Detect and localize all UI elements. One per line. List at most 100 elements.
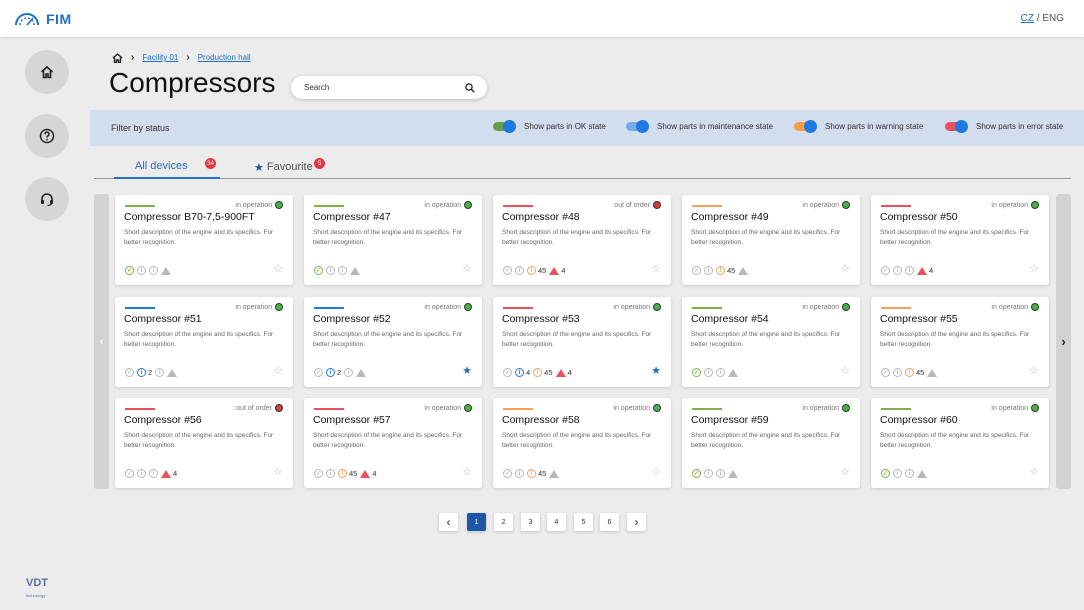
favourite-star-icon[interactable]: ★ xyxy=(651,366,661,377)
pagination-next-button[interactable]: › xyxy=(627,513,646,531)
error-count: 4 xyxy=(929,266,934,275)
check-circle-icon: ✓ xyxy=(314,469,323,478)
warning-circle-icon: i xyxy=(338,266,347,275)
pagination-page-4[interactable]: 4 xyxy=(547,513,566,531)
device-card[interactable]: out of order Compressor #56 Short descript… xyxy=(115,398,293,488)
toggle-warning-state[interactable]: Show parts in warning state xyxy=(794,120,923,133)
device-card[interactable]: in operation Compressor #59 Short descript… xyxy=(682,398,860,488)
status-color-line xyxy=(692,307,722,309)
error-status: 4 xyxy=(549,266,566,275)
device-card[interactable]: in operation Compressor #52 Short descript… xyxy=(304,297,482,387)
device-card[interactable]: in operation Compressor #49 Short descript… xyxy=(682,195,860,285)
device-card[interactable]: in operation Compressor #47 Short descript… xyxy=(304,195,482,285)
pagination-page-5[interactable]: 5 xyxy=(574,513,593,531)
operation-status: in operation xyxy=(802,404,850,412)
maintenance-status: i xyxy=(704,266,713,275)
pagination-page-6[interactable]: 6 xyxy=(600,513,619,531)
info-circle-icon: i xyxy=(704,368,713,377)
app-logo[interactable]: FIM xyxy=(14,11,72,27)
info-circle-icon: i xyxy=(326,368,335,377)
device-card[interactable]: in operation Compressor #58 Short descript… xyxy=(493,398,671,488)
device-card[interactable]: in operation Compressor #54 Short descript… xyxy=(682,297,860,387)
toggle-warning-track xyxy=(794,120,817,133)
lang-eng-link[interactable]: ENG xyxy=(1042,13,1064,24)
breadcrumb-facility-link[interactable]: Facility 01 xyxy=(142,53,178,62)
device-card[interactable]: in operation Compressor #53 Short descript… xyxy=(493,297,671,387)
favourite-star-icon[interactable]: ☆ xyxy=(1029,467,1039,478)
favourite-star-icon[interactable]: ☆ xyxy=(651,264,661,275)
status-filter-bar: Filter by status Show parts in OK state … xyxy=(90,110,1084,146)
vendor-logo: VDT technology xyxy=(26,574,56,598)
info-circle-icon: i xyxy=(893,368,902,377)
device-card[interactable]: in operation Compressor #55 Short descript… xyxy=(871,297,1049,387)
favourite-star-icon[interactable]: ☆ xyxy=(273,264,283,275)
status-dot-icon xyxy=(1031,303,1039,311)
device-description: Short description of the engine and its … xyxy=(313,229,463,246)
maintenance-status: i xyxy=(137,469,146,478)
maintenance-status: i xyxy=(893,368,902,377)
device-description: Short description of the engine and its … xyxy=(880,229,1030,246)
favourite-star-icon[interactable]: ★ xyxy=(462,366,472,377)
carousel-next-button[interactable]: › xyxy=(1056,194,1071,489)
pagination-page-2[interactable]: 2 xyxy=(494,513,513,531)
device-name: Compressor #57 xyxy=(313,414,391,426)
favourite-star-icon[interactable]: ☆ xyxy=(840,467,850,478)
operation-status: in operation xyxy=(991,201,1039,209)
device-card[interactable]: in operation Compressor #51 Short descript… xyxy=(115,297,293,387)
device-card[interactable]: in operation Compressor B70-7,5-900FT Shor… xyxy=(115,195,293,285)
maintenance-status: i4 xyxy=(515,368,530,377)
tab-favourite[interactable]: ★ Favourite 5 xyxy=(254,155,344,179)
status-dot-icon xyxy=(464,404,472,412)
vendor-tagline: technology xyxy=(26,593,46,598)
device-name: Compressor #55 xyxy=(880,313,958,325)
favourite-star-icon[interactable]: ☆ xyxy=(840,366,850,377)
operation-status: out of order xyxy=(614,201,661,209)
error-triangle-icon xyxy=(167,368,178,377)
lang-cz-link[interactable]: CZ xyxy=(1021,13,1034,24)
favourite-star-icon[interactable]: ☆ xyxy=(462,264,472,275)
status-color-line xyxy=(881,307,911,309)
favourite-star-icon[interactable]: ☆ xyxy=(273,467,283,478)
carousel-prev-button[interactable]: ‹ xyxy=(94,194,109,489)
warning-status: i xyxy=(716,469,725,478)
pagination-page-1[interactable]: 1 xyxy=(467,513,486,531)
tab-all-devices[interactable]: All devices 34 xyxy=(114,155,220,179)
device-card[interactable]: in operation Compressor #50 Short descript… xyxy=(871,195,1049,285)
sidebar-help-button[interactable] xyxy=(25,114,69,158)
maintenance-status: i xyxy=(893,266,902,275)
breadcrumb-home-icon[interactable] xyxy=(112,52,123,63)
device-card[interactable]: in operation Compressor #60 Short descript… xyxy=(871,398,1049,488)
toggle-ok-state[interactable]: Show parts in OK state xyxy=(493,120,606,133)
device-description: Short description of the engine and its … xyxy=(691,432,841,449)
info-circle-icon: i xyxy=(704,469,713,478)
ok-status: ✓ xyxy=(692,368,701,377)
error-triangle-icon xyxy=(917,266,927,275)
sidebar-support-button[interactable] xyxy=(25,177,69,221)
favourite-star-icon[interactable]: ☆ xyxy=(273,366,283,377)
sidebar-home-button[interactable] xyxy=(25,50,69,94)
status-color-line xyxy=(881,408,911,410)
device-card[interactable]: out of order Compressor #48 Short descript… xyxy=(493,195,671,285)
maintenance-status: i xyxy=(515,469,524,478)
toggle-ok-label: Show parts in OK state xyxy=(524,122,606,131)
toggle-error-state[interactable]: Show parts in error state xyxy=(945,120,1063,133)
favourite-star-icon[interactable]: ☆ xyxy=(651,467,661,478)
maintenance-status: i xyxy=(893,469,902,478)
search-icon[interactable] xyxy=(465,82,475,93)
error-triangle-icon xyxy=(161,266,171,275)
search-input[interactable] xyxy=(304,83,465,92)
breadcrumb-hall-link[interactable]: Production hall xyxy=(198,53,251,62)
favourite-star-icon[interactable]: ☆ xyxy=(1029,264,1039,275)
favourite-star-icon[interactable]: ☆ xyxy=(840,264,850,275)
pagination-page-3[interactable]: 3 xyxy=(521,513,540,531)
error-status xyxy=(167,368,178,377)
error-triangle-icon xyxy=(356,368,367,377)
favourite-star-icon[interactable]: ☆ xyxy=(462,467,472,478)
favourite-star-icon[interactable]: ☆ xyxy=(1029,366,1039,377)
chevron-right-icon: › xyxy=(634,515,639,529)
pagination-prev-button[interactable]: ‹ xyxy=(439,513,458,531)
toggle-maintenance-state[interactable]: Show parts in maintenance state xyxy=(626,120,773,133)
device-card[interactable]: in operation Compressor #57 Short descript… xyxy=(304,398,482,488)
maintenance-status: i xyxy=(704,368,713,377)
warning-count: 45 xyxy=(544,368,553,377)
